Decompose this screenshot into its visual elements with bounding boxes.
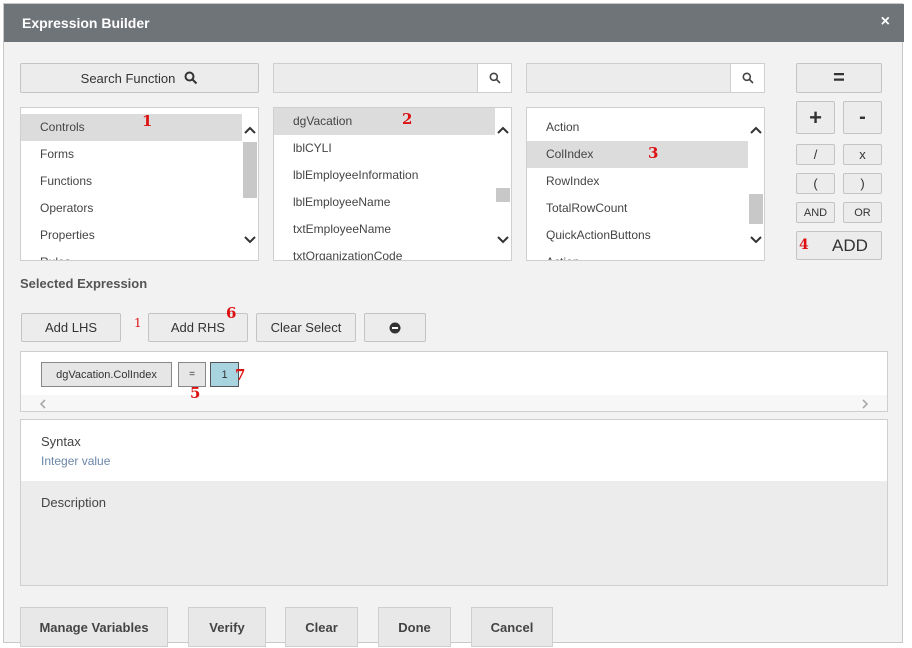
properties-search-box: [526, 63, 765, 93]
scrollbar-thumb[interactable]: [496, 188, 510, 202]
controls-search-box: [273, 63, 512, 93]
category-list: Controls Forms Functions Operators Prope…: [20, 107, 259, 261]
search-function-button[interactable]: Search Function: [20, 63, 259, 93]
annotation-marker-2: 2: [402, 110, 413, 128]
list-item-properties[interactable]: Properties: [21, 222, 95, 249]
annotation-marker-1: 1: [142, 112, 153, 130]
chevron-right-icon[interactable]: [861, 399, 869, 409]
syntax-description-panel: Syntax Integer value Description: [20, 419, 888, 586]
search-icon: [184, 71, 198, 85]
properties-list: Action ColIndex RowIndex TotalRowCount Q…: [526, 107, 765, 261]
scrollbar-thumb[interactable]: [749, 194, 763, 224]
lhs-expression-chip[interactable]: dgVacation.ColIndex: [41, 362, 172, 387]
chevron-down-icon[interactable]: [495, 232, 511, 248]
controls-search-input[interactable]: [274, 64, 477, 92]
list-item-operators[interactable]: Operators: [21, 195, 93, 222]
divide-operator-button[interactable]: /: [796, 144, 835, 165]
list-item-lblcyli[interactable]: lblCYLI: [274, 135, 332, 162]
expression-canvas: dgVacation.ColIndex = 1: [20, 351, 888, 412]
list-item-action-2[interactable]: Action: [527, 249, 579, 260]
cancel-button[interactable]: Cancel: [471, 607, 553, 647]
chevron-up-icon[interactable]: [495, 122, 511, 138]
list-item-rules[interactable]: Rules: [21, 249, 71, 260]
search-icon: [742, 72, 754, 84]
verify-button[interactable]: Verify: [188, 607, 266, 647]
properties-search-button[interactable]: [730, 64, 764, 92]
properties-list-scrollbar[interactable]: [748, 108, 764, 260]
chevron-up-icon[interactable]: [748, 122, 764, 138]
list-item-lblemployeeinformation[interactable]: lblEmployeeInformation: [274, 162, 418, 189]
add-lhs-button[interactable]: Add LHS: [21, 313, 121, 342]
close-icon[interactable]: ×: [881, 13, 890, 31]
clear-button[interactable]: Clear: [285, 607, 358, 647]
chevron-up-icon[interactable]: [242, 122, 258, 138]
clear-select-button[interactable]: Clear Select: [256, 313, 356, 342]
list-item-txtorganizationcode[interactable]: txtOrganizationCode: [274, 243, 402, 260]
expression-scrollbar[interactable]: [21, 395, 887, 411]
annotation-marker-4: 4: [799, 237, 809, 253]
chevron-down-icon[interactable]: [242, 232, 258, 248]
controls-list-scrollbar[interactable]: [495, 108, 511, 260]
category-list-scrollbar[interactable]: [242, 108, 258, 260]
annotation-marker-1b: 1: [134, 316, 142, 330]
dialog-title: Expression Builder: [22, 15, 150, 31]
list-item-action[interactable]: Action: [527, 114, 579, 141]
properties-search-input[interactable]: [527, 64, 730, 92]
minus-operator-button[interactable]: -: [843, 101, 882, 134]
annotation-marker-3: 3: [648, 144, 659, 162]
controls-search-button[interactable]: [477, 64, 511, 92]
list-item-lblemployeename[interactable]: lblEmployeeName: [274, 189, 390, 216]
remove-button[interactable]: [364, 313, 426, 342]
syntax-section: Syntax Integer value: [21, 420, 887, 481]
search-function-label: Search Function: [80, 70, 176, 86]
annotation-marker-7: 7: [235, 366, 246, 384]
open-paren-button[interactable]: (: [796, 173, 835, 194]
manage-variables-button[interactable]: Manage Variables: [20, 607, 168, 647]
syntax-value: Integer value: [41, 454, 111, 468]
or-operator-button[interactable]: OR: [843, 202, 882, 223]
chevron-down-icon[interactable]: [748, 232, 764, 248]
controls-list: dgVacation lblCYLI lblEmployeeInformatio…: [273, 107, 512, 261]
list-item-functions[interactable]: Functions: [21, 168, 92, 195]
selected-expression-heading: Selected Expression: [20, 276, 148, 291]
scrollbar-thumb[interactable]: [243, 142, 257, 198]
list-item-totalrowcount[interactable]: TotalRowCount: [527, 195, 627, 222]
and-operator-button[interactable]: AND: [796, 202, 835, 223]
list-item-controls[interactable]: Controls: [21, 114, 243, 141]
chevron-left-icon[interactable]: [39, 399, 47, 409]
list-item-rowindex[interactable]: RowIndex: [527, 168, 599, 195]
close-paren-button[interactable]: ): [843, 173, 882, 194]
add-operator-label: ADD: [832, 235, 868, 255]
dialog-titlebar: Expression Builder ×: [4, 4, 904, 42]
annotation-marker-6: 6: [226, 304, 237, 322]
search-icon: [489, 72, 501, 84]
list-item-quickactionbuttons[interactable]: QuickActionButtons: [527, 222, 651, 249]
list-item-txtemployeename[interactable]: txtEmployeeName: [274, 216, 391, 243]
description-heading: Description: [41, 495, 107, 510]
annotation-marker-5: 5: [190, 384, 201, 402]
multiply-operator-button[interactable]: x: [843, 144, 882, 165]
expression-builder-dialog: Expression Builder × Search Function = C…: [3, 3, 904, 647]
list-item-colindex[interactable]: ColIndex: [527, 141, 749, 168]
done-button[interactable]: Done: [378, 607, 451, 647]
list-item-dgvacation[interactable]: dgVacation: [274, 108, 496, 135]
minus-circle-icon: [389, 322, 401, 333]
plus-operator-button[interactable]: +: [796, 101, 835, 134]
syntax-heading: Syntax: [41, 434, 81, 449]
list-item-forms[interactable]: Forms: [21, 141, 74, 168]
equals-operator-button[interactable]: =: [796, 63, 882, 93]
